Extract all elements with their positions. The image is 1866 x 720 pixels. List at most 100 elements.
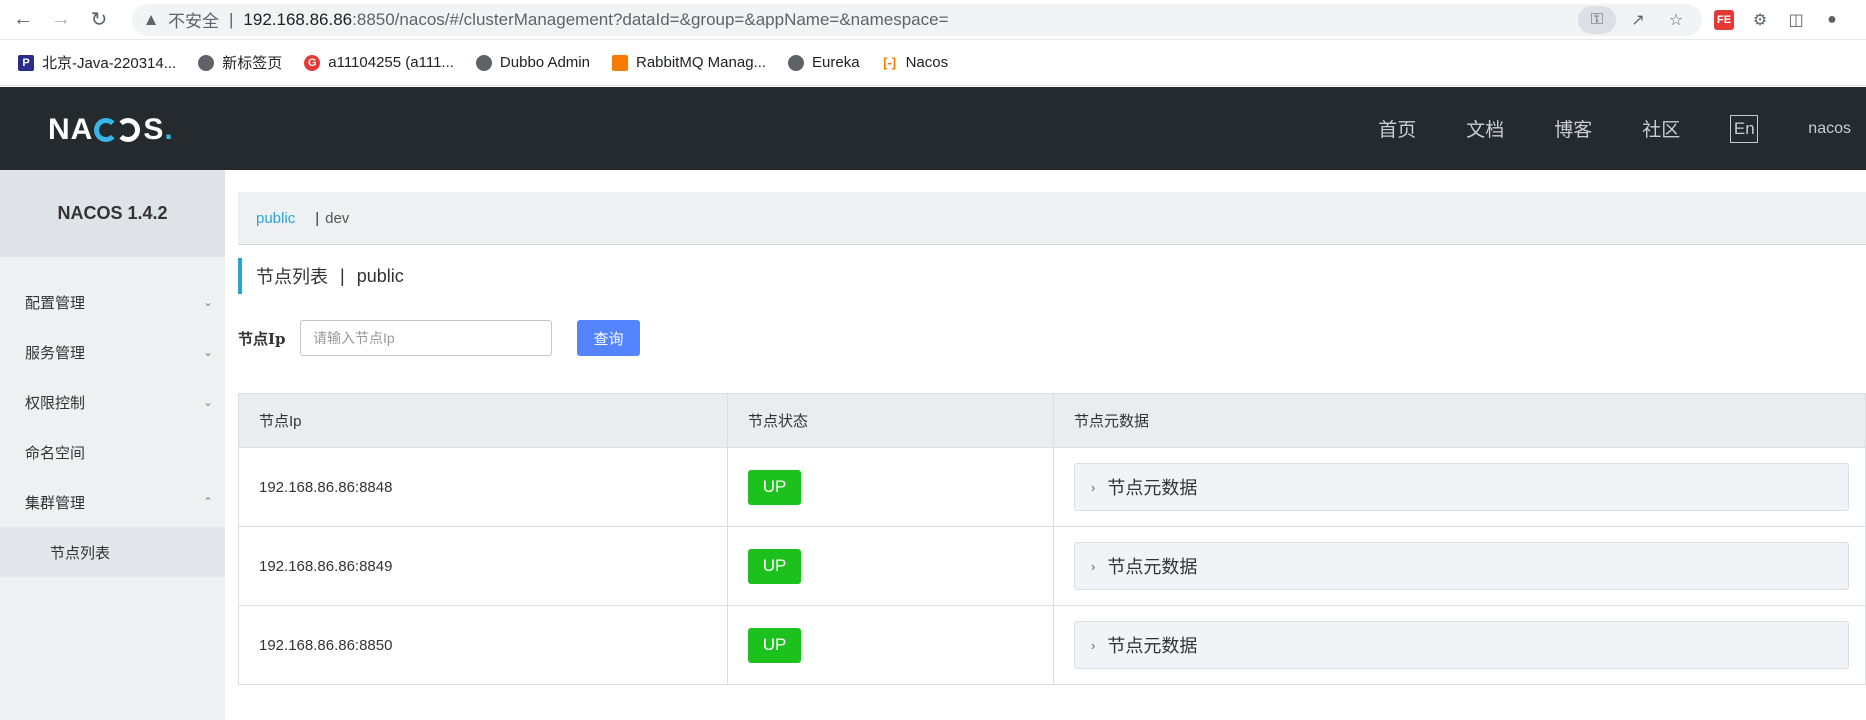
bookmark-label: Eureka <box>812 54 860 71</box>
browser-toolbar: ← → ↻ ▲ 不安全 | 192.168.86.86 :8850/nacos/… <box>0 0 1866 40</box>
sidebar-item-label: 服务管理 <box>25 344 86 362</box>
bookmark-4[interactable]: Dubbo Admin <box>475 54 590 71</box>
cell-meta: › 节点元数据 <box>1053 605 1866 685</box>
address-bar[interactable]: ▲ 不安全 | 192.168.86.86 :8850/nacos/#/clus… <box>132 3 1702 36</box>
sidebar-item-service[interactable]: 服务管理 ⌄ <box>0 327 225 377</box>
namespace-dev[interactable]: dev <box>325 210 349 227</box>
metadata-label: 节点元数据 <box>1107 478 1198 498</box>
table-row: 192.168.86.86:8850 UP › 节点元数据 <box>238 605 1866 685</box>
column-header-state: 节点状态 <box>727 393 1054 448</box>
page-title: 节点列表 | public <box>238 258 404 294</box>
key-icon[interactable]: ⚿ <box>1578 5 1616 34</box>
cell-meta: › 节点元数据 <box>1053 526 1866 606</box>
chevron-up-icon: ⌃ <box>202 495 213 509</box>
chevron-down-icon: ⌄ <box>202 395 213 409</box>
bookmark-6[interactable]: Eureka <box>788 54 860 71</box>
status-badge: UP <box>748 469 801 505</box>
namespace-public[interactable]: public <box>256 210 295 227</box>
nav-docs[interactable]: 文档 <box>1466 115 1504 142</box>
cell-ip: 192.168.86.86:8850 <box>238 605 728 685</box>
user-menu[interactable]: nacos <box>1808 120 1851 138</box>
cell-ip: 192.168.86.86:8848 <box>238 447 728 527</box>
language-button[interactable]: En <box>1730 114 1759 143</box>
bookmark-label: Nacos <box>905 54 949 71</box>
metadata-collapse[interactable]: › 节点元数据 <box>1074 463 1849 511</box>
bookmark-label: RabbitMQ Manag... <box>635 54 767 71</box>
cell-state: UP <box>727 526 1054 606</box>
bookmark-1[interactable]: P 北京-Java-220314... <box>18 52 176 73</box>
nav-blog[interactable]: 博客 <box>1554 115 1592 142</box>
forward-icon[interactable]: → <box>46 5 76 35</box>
rabbitmq-icon <box>611 54 628 71</box>
sidebar-item-cluster[interactable]: 集群管理 ⌃ <box>0 477 225 527</box>
node-ip-input[interactable]: 请输入节点Ip <box>300 320 552 356</box>
metadata-collapse[interactable]: › 节点元数据 <box>1074 621 1849 669</box>
search-row: 节点Ip 请输入节点Ip 查询 <box>238 320 640 356</box>
query-button[interactable]: 查询 <box>577 320 640 356</box>
globe-icon <box>198 54 215 71</box>
reload-icon[interactable]: ↻ <box>84 5 114 35</box>
share-icon[interactable]: ↗ <box>1622 6 1654 34</box>
nav-community[interactable]: 社区 <box>1642 115 1680 142</box>
sidebar-item-label: 权限控制 <box>25 394 86 412</box>
namespace-bar: public | dev <box>238 192 1866 245</box>
namespace-separator: | <box>315 209 320 227</box>
metadata-label: 节点元数据 <box>1107 636 1198 656</box>
page-title-text: 节点列表 <box>256 267 328 287</box>
bookmark-7[interactable]: [-] Nacos <box>882 54 949 71</box>
status-badge: UP <box>748 548 801 584</box>
node-table: 节点Ip 节点状态 节点元数据 192.168.86.86:8848 UP › 节… <box>238 393 1866 685</box>
sidebar-item-label: 配置管理 <box>25 294 86 312</box>
puzzle-icon[interactable]: ⚙ <box>1746 6 1774 34</box>
url-path: :8850/nacos/#/clusterManagement?dataId=&… <box>352 9 949 29</box>
logo-text-left: NA <box>48 113 94 146</box>
url-host: 192.168.86.86 <box>243 9 353 29</box>
bookmark-label: Dubbo Admin <box>499 54 590 71</box>
status-badge: UP <box>748 627 801 663</box>
bookmark-label: 北京-Java-220314... <box>42 55 177 72</box>
sidebar-subitem-node-list[interactable]: 节点列表 <box>0 527 225 577</box>
url-separator: | <box>229 9 234 29</box>
g-icon: G <box>304 54 321 71</box>
fe-extension-icon[interactable]: FE <box>1710 6 1738 34</box>
page-title-separator: | <box>340 265 345 286</box>
metadata-collapse[interactable]: › 节点元数据 <box>1074 542 1849 590</box>
chevron-right-icon: › <box>1091 558 1096 574</box>
chevron-right-icon: › <box>1091 637 1096 653</box>
sidepanel-icon[interactable]: ◫ <box>1782 6 1810 34</box>
bookmark-label: 新标签页 <box>222 55 283 72</box>
star-icon[interactable]: ☆ <box>1660 6 1692 34</box>
sidebar-item-auth[interactable]: 权限控制 ⌄ <box>0 377 225 427</box>
chevron-right-icon: › <box>1091 479 1096 495</box>
sidebar-item-label: 集群管理 <box>25 494 86 512</box>
column-header-ip: 节点Ip <box>238 393 728 448</box>
metadata-label: 节点元数据 <box>1107 557 1198 577</box>
sidebar-item-label: 命名空间 <box>25 444 86 462</box>
page-title-namespace: public <box>356 265 404 286</box>
cell-ip: 192.168.86.86:8849 <box>238 526 728 606</box>
bookmark-3[interactable]: Ga11104255 (a111... <box>304 54 454 71</box>
warning-icon: ▲ <box>142 9 160 29</box>
nacos-logo[interactable]: NA S. <box>48 113 174 147</box>
table-row: 192.168.86.86:8849 UP › 节点元数据 <box>238 526 1866 606</box>
bookmark-2[interactable]: 新标签页 <box>198 52 282 73</box>
sidebar-item-namespace[interactable]: 命名空间 <box>0 427 225 477</box>
back-icon[interactable]: ← <box>8 5 38 35</box>
bookmark-label: a11104255 (a111... <box>328 54 454 71</box>
logo-text-right: S <box>143 113 165 146</box>
sidebar: NACOS 1.4.2 配置管理 ⌄ 服务管理 ⌄ 权限控制 ⌄ 命名空间 集群管理 ⌃… <box>0 170 225 720</box>
cell-state: UP <box>727 447 1054 527</box>
logo-co-mark <box>94 118 142 142</box>
cell-meta: › 节点元数据 <box>1053 447 1866 527</box>
bookmark-5[interactable]: RabbitMQ Manag... <box>611 54 767 71</box>
app-header: NA S. 首页 文档 博客 社区 En nacos <box>0 87 1866 170</box>
nav-home[interactable]: 首页 <box>1378 115 1416 142</box>
main-content: public | dev 节点列表 | public 节点Ip 请输入节点Ip … <box>225 170 1866 720</box>
profile-icon[interactable]: ● <box>1818 6 1846 34</box>
bookmarks-bar: P 北京-Java-220314... 新标签页 Ga11104255 (a111… <box>0 40 1866 86</box>
table-row: 192.168.86.86:8848 UP › 节点元数据 <box>238 447 1866 527</box>
sidebar-item-config[interactable]: 配置管理 ⌄ <box>0 277 225 327</box>
cell-state: UP <box>727 605 1054 685</box>
sidebar-title: NACOS 1.4.2 <box>0 170 225 257</box>
chevron-down-icon: ⌄ <box>202 345 213 359</box>
